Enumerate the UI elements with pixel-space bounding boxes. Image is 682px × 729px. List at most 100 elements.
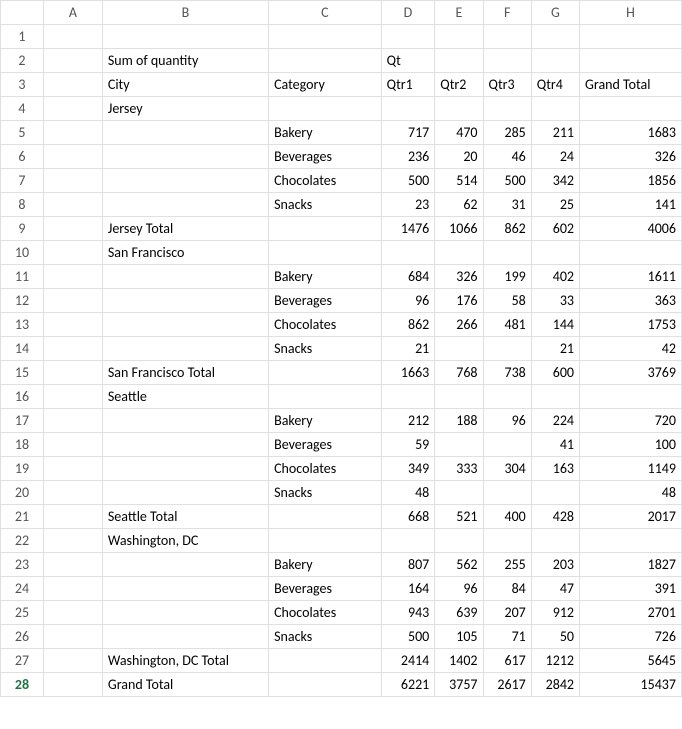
cell-C25[interactable]: Chocolates <box>269 601 382 625</box>
cell-A11[interactable] <box>43 265 102 289</box>
cell-D4[interactable] <box>381 97 435 121</box>
cell-F2[interactable] <box>483 49 531 73</box>
cell-C23[interactable]: Bakery <box>269 553 382 577</box>
row-header[interactable]: 5 <box>1 121 44 145</box>
cell-C9[interactable] <box>269 217 382 241</box>
cell-B6[interactable] <box>102 145 268 169</box>
cell-B16[interactable]: Seattle <box>102 385 268 409</box>
row-header[interactable]: 4 <box>1 97 44 121</box>
cell-C15[interactable] <box>269 361 382 385</box>
row-header[interactable]: 26 <box>1 625 44 649</box>
cell-B21[interactable]: Seattle Total <box>102 505 268 529</box>
cell-F6[interactable]: 46 <box>483 145 531 169</box>
row-header[interactable]: 13 <box>1 313 44 337</box>
cell-D7[interactable]: 500 <box>381 169 435 193</box>
cell-F8[interactable]: 31 <box>483 193 531 217</box>
cell-F24[interactable]: 84 <box>483 577 531 601</box>
row-header[interactable]: 1 <box>1 25 44 49</box>
cell-D10[interactable] <box>381 241 435 265</box>
cell-C16[interactable] <box>269 385 382 409</box>
cell-F16[interactable] <box>483 385 531 409</box>
cell-A22[interactable] <box>43 529 102 553</box>
cell-G24[interactable]: 47 <box>531 577 579 601</box>
row-header[interactable]: 8 <box>1 193 44 217</box>
cell-F9[interactable]: 862 <box>483 217 531 241</box>
cell-A4[interactable] <box>43 97 102 121</box>
cell-F15[interactable]: 738 <box>483 361 531 385</box>
cell-D15[interactable]: 1663 <box>381 361 435 385</box>
cell-H5[interactable]: 1683 <box>580 121 682 145</box>
cell-E18[interactable] <box>435 433 483 457</box>
cell-D6[interactable]: 236 <box>381 145 435 169</box>
cell-C17[interactable]: Bakery <box>269 409 382 433</box>
row-header[interactable]: 10 <box>1 241 44 265</box>
cell-C22[interactable] <box>269 529 382 553</box>
cell-C3[interactable]: Category <box>269 73 382 97</box>
row-header[interactable]: 24 <box>1 577 44 601</box>
cell-H3[interactable]: Grand Total <box>580 73 682 97</box>
cell-E3[interactable]: Qtr2 <box>435 73 483 97</box>
cell-G22[interactable] <box>531 529 579 553</box>
cell-E25[interactable]: 639 <box>435 601 483 625</box>
cell-H12[interactable]: 363 <box>580 289 682 313</box>
cell-H24[interactable]: 391 <box>580 577 682 601</box>
cell-C19[interactable]: Chocolates <box>269 457 382 481</box>
cell-G18[interactable]: 41 <box>531 433 579 457</box>
cell-H9[interactable]: 4006 <box>580 217 682 241</box>
cell-D13[interactable]: 862 <box>381 313 435 337</box>
row-header[interactable]: 25 <box>1 601 44 625</box>
cell-B24[interactable] <box>102 577 268 601</box>
cell-D21[interactable]: 668 <box>381 505 435 529</box>
row-header[interactable]: 11 <box>1 265 44 289</box>
cell-H11[interactable]: 1611 <box>580 265 682 289</box>
cell-B28[interactable]: Grand Total <box>102 673 268 697</box>
cell-A1[interactable] <box>43 25 102 49</box>
row-header[interactable]: 7 <box>1 169 44 193</box>
cell-F11[interactable]: 199 <box>483 265 531 289</box>
cell-D11[interactable]: 684 <box>381 265 435 289</box>
row-header[interactable]: 23 <box>1 553 44 577</box>
cell-D8[interactable]: 23 <box>381 193 435 217</box>
cell-C7[interactable]: Chocolates <box>269 169 382 193</box>
cell-C21[interactable] <box>269 505 382 529</box>
cell-D16[interactable] <box>381 385 435 409</box>
cell-H23[interactable]: 1827 <box>580 553 682 577</box>
cell-G14[interactable]: 21 <box>531 337 579 361</box>
cell-D24[interactable]: 164 <box>381 577 435 601</box>
cell-G13[interactable]: 144 <box>531 313 579 337</box>
cell-E23[interactable]: 562 <box>435 553 483 577</box>
cell-B26[interactable] <box>102 625 268 649</box>
spreadsheet-grid[interactable]: A B C D E F G H 12Sum of quantityQt3City… <box>0 0 682 697</box>
cell-B19[interactable] <box>102 457 268 481</box>
cell-G7[interactable]: 342 <box>531 169 579 193</box>
cell-A25[interactable] <box>43 601 102 625</box>
cell-H17[interactable]: 720 <box>580 409 682 433</box>
cell-C5[interactable]: Bakery <box>269 121 382 145</box>
cell-E20[interactable] <box>435 481 483 505</box>
cell-G21[interactable]: 428 <box>531 505 579 529</box>
cell-C8[interactable]: Snacks <box>269 193 382 217</box>
cell-H4[interactable] <box>580 97 682 121</box>
cell-E1[interactable] <box>435 25 483 49</box>
col-header-A[interactable]: A <box>43 1 102 25</box>
cell-B13[interactable] <box>102 313 268 337</box>
cell-F18[interactable] <box>483 433 531 457</box>
cell-H7[interactable]: 1856 <box>580 169 682 193</box>
row-header[interactable]: 20 <box>1 481 44 505</box>
cell-G23[interactable]: 203 <box>531 553 579 577</box>
cell-F1[interactable] <box>483 25 531 49</box>
cell-A17[interactable] <box>43 409 102 433</box>
row-header[interactable]: 21 <box>1 505 44 529</box>
cell-B23[interactable] <box>102 553 268 577</box>
cell-E12[interactable]: 176 <box>435 289 483 313</box>
cell-G1[interactable] <box>531 25 579 49</box>
cell-A20[interactable] <box>43 481 102 505</box>
cell-E24[interactable]: 96 <box>435 577 483 601</box>
row-header[interactable]: 3 <box>1 73 44 97</box>
col-header-G[interactable]: G <box>531 1 579 25</box>
cell-E10[interactable] <box>435 241 483 265</box>
cell-H20[interactable]: 48 <box>580 481 682 505</box>
cell-H22[interactable] <box>580 529 682 553</box>
cell-C28[interactable] <box>269 673 382 697</box>
cell-A15[interactable] <box>43 361 102 385</box>
